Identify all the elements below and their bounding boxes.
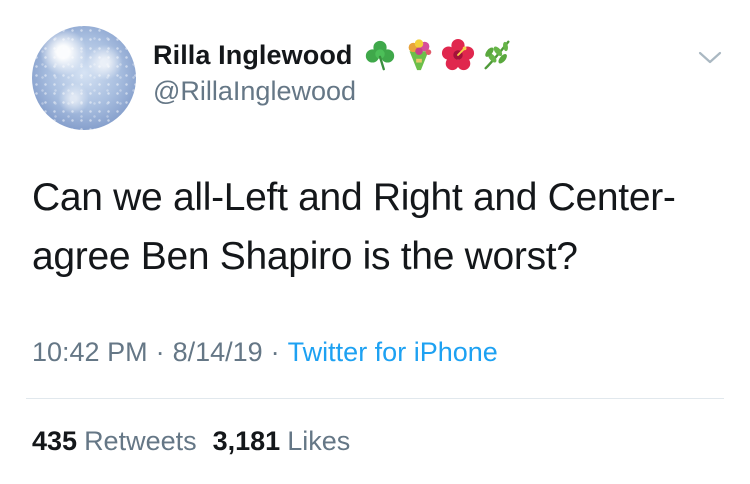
divider	[26, 398, 724, 399]
display-name[interactable]: Rilla Inglewood	[153, 40, 353, 71]
name-row: Rilla Inglewood	[153, 38, 514, 72]
tweet-text-line: Can we all-Left and Right and Center-	[32, 176, 676, 219]
tweet-text-line: agree Ben Shapiro is the worst?	[32, 235, 578, 278]
likes-stat[interactable]: 3,181 Likes	[213, 426, 351, 457]
hibiscus-icon	[441, 38, 474, 71]
chevron-down-icon[interactable]	[697, 48, 723, 68]
user-handle[interactable]: @RillaInglewood	[153, 76, 356, 107]
likes-label: Likes	[287, 426, 351, 456]
avatar[interactable]	[32, 26, 136, 130]
retweets-count: 435	[32, 426, 78, 456]
shamrock-icon	[365, 40, 394, 71]
herb-icon	[484, 40, 510, 70]
retweets-label: Retweets	[84, 426, 197, 456]
tweet-stats: 435 Retweets 3,181 Likes	[32, 426, 350, 457]
tweet-text: Can we all-Left and Right and Center- ag…	[32, 168, 732, 286]
avatar-texture	[32, 26, 136, 130]
retweets-stat[interactable]: 435 Retweets	[32, 426, 197, 457]
name-emojis	[363, 38, 514, 72]
tweet-source-link[interactable]: Twitter for iPhone	[288, 337, 498, 368]
tweet-meta: 10:42 PM · 8/14/19 · Twitter for iPhone	[32, 337, 498, 368]
meta-separator: ·	[270, 337, 280, 367]
tweet-time: 10:42 PM	[32, 337, 148, 367]
bouquet-icon	[408, 39, 431, 71]
likes-count: 3,181	[212, 426, 281, 456]
tweet-card: Rilla Inglewood @RillaInglewood Can we a…	[0, 0, 750, 484]
tweet-date: 8/14/19	[172, 337, 263, 367]
meta-separator: ·	[155, 337, 165, 367]
